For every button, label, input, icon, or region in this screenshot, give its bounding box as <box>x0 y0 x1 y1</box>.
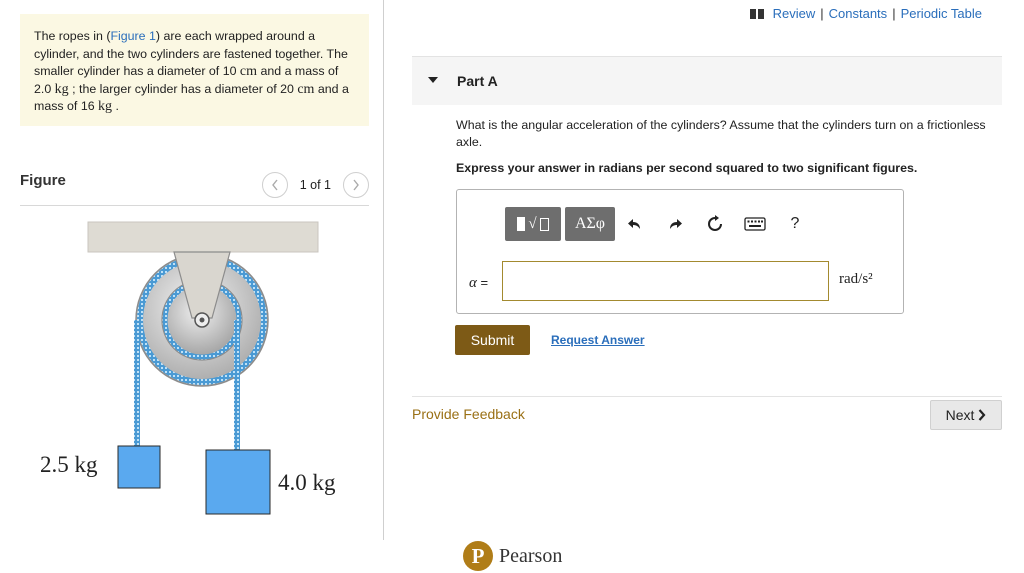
resource-links: Review | Constants | Periodic Table <box>749 6 982 21</box>
redo-icon <box>670 219 682 229</box>
unit-kg: kg <box>98 99 113 114</box>
figure-header: Figure 1 of 1 <box>20 168 369 206</box>
answer-label: α = <box>469 275 488 292</box>
figure-title: Figure <box>20 172 66 189</box>
template-square-icon <box>539 217 549 231</box>
answer-input[interactable] <box>502 261 829 301</box>
help-button[interactable]: ? <box>775 207 815 241</box>
equals-sign: = <box>476 275 489 290</box>
chevron-right-icon <box>979 409 986 421</box>
periodic-table-link[interactable]: Periodic Table <box>901 6 982 21</box>
keyboard-icon <box>744 217 766 231</box>
pearson-wordmark: Pearson <box>499 544 563 567</box>
unit-cm: cm <box>239 64 258 79</box>
pearson-brand: P Pearson <box>463 541 562 571</box>
link-separator: | <box>892 6 896 21</box>
submit-button[interactable]: Submit <box>455 325 530 355</box>
problem-text: . <box>112 99 119 113</box>
divider <box>412 396 1002 397</box>
question-text: What is the angular acceleration of the … <box>456 118 986 149</box>
problem-statement: The ropes in (Figure 1) are each wrapped… <box>20 14 369 126</box>
pearson-logo: P <box>463 541 493 571</box>
left-rope <box>134 320 140 448</box>
chevron-left-icon <box>271 179 278 191</box>
right-mass-label: 4.0 kg <box>278 470 336 495</box>
constants-link[interactable]: Constants <box>829 6 888 21</box>
review-link[interactable]: Review <box>773 6 816 21</box>
unit-kg: kg <box>54 81 69 97</box>
caret-down-icon <box>428 77 438 83</box>
pulley-diagram: 2.5 kg 4.0 kg <box>40 221 336 515</box>
unit-label: rad/s² <box>839 271 873 287</box>
problem-text: The ropes in ( <box>34 29 111 43</box>
figure-pager: 1 of 1 <box>261 172 369 198</box>
right-rope <box>234 320 240 452</box>
left-mass <box>117 445 161 489</box>
template-square-icon <box>517 217 526 231</box>
part-title: Part A <box>457 73 498 89</box>
greek-symbols-button[interactable]: ΑΣφ <box>565 207 615 241</box>
right-mass <box>205 449 271 515</box>
figure-image: 2.5 kg 4.0 kg <box>20 210 369 530</box>
next-label: Next <box>945 407 975 423</box>
sqrt-icon: √ <box>528 215 537 232</box>
panel-divider <box>383 0 384 540</box>
reset-icon <box>708 215 722 231</box>
math-toolbar: √ ΑΣφ ? <box>505 207 815 241</box>
unit-cm: cm <box>297 81 315 97</box>
provide-feedback-link[interactable]: Provide Feedback <box>412 406 525 422</box>
request-answer-link[interactable]: Request Answer <box>551 333 645 347</box>
pager-count: 1 of 1 <box>299 178 331 192</box>
templates-button[interactable]: √ <box>505 207 561 241</box>
undo-icon <box>628 219 640 229</box>
alpha-symbol: α <box>469 275 477 291</box>
instruction-text: Express your answer in radians per secon… <box>456 161 918 175</box>
figure-link[interactable]: Figure 1 <box>110 29 155 43</box>
prev-figure-button[interactable] <box>261 172 288 198</box>
next-figure-button[interactable] <box>343 172 369 198</box>
ceiling-bar <box>87 221 319 253</box>
part-a-header[interactable]: Part A <box>412 57 1002 105</box>
undo-button[interactable] <box>615 207 655 241</box>
next-button[interactable]: Next <box>930 400 1002 430</box>
answer-panel: √ ΑΣφ ? α = rad/s² <box>456 189 904 314</box>
chevron-right-icon <box>353 179 359 191</box>
help-icon: ? <box>790 215 800 232</box>
keyboard-button[interactable] <box>735 207 775 241</box>
book-icon <box>749 8 764 19</box>
reset-button[interactable] <box>695 207 735 241</box>
left-mass-label: 2.5 kg <box>40 452 98 477</box>
redo-button[interactable] <box>655 207 695 241</box>
link-separator: | <box>820 6 824 21</box>
problem-text: ; the larger cylinder has a diameter of … <box>68 81 298 96</box>
